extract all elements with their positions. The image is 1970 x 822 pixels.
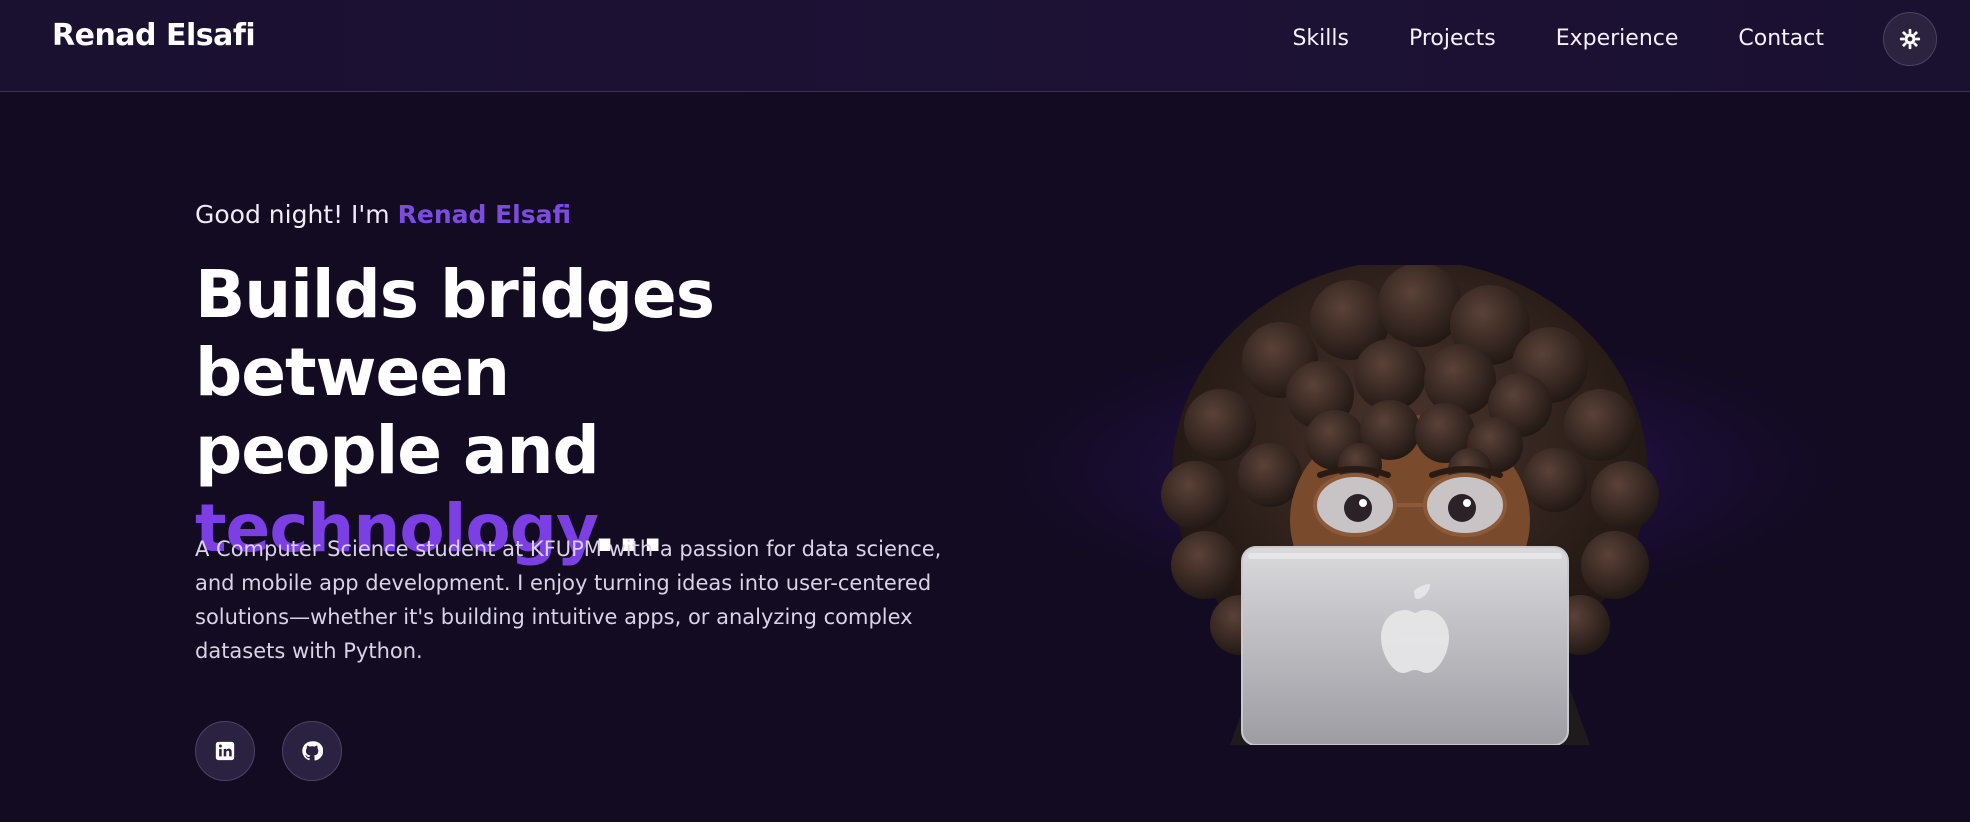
greeting: Good night! I'm Renad Elsafi: [195, 200, 571, 229]
hero-description: A Computer Science student at KFUPM with…: [195, 537, 942, 663]
headline-line2: people and: [195, 412, 600, 489]
nav-link-skills[interactable]: Skills: [1292, 26, 1349, 51]
linkedin-button[interactable]: [195, 721, 255, 781]
headline-line1: Builds bridges between: [195, 256, 715, 411]
sun-gear-icon: [1899, 28, 1921, 50]
nav-link-experience[interactable]: Experience: [1556, 26, 1679, 51]
social-links: [195, 721, 342, 781]
nav-link-projects[interactable]: Projects: [1409, 26, 1496, 51]
github-button[interactable]: [282, 721, 342, 781]
memoji-laptop-avatar: [1161, 265, 1659, 745]
page: Renad Elsafi Skills Projects Experience …: [0, 0, 1970, 822]
greeting-prefix: Good night! I'm: [195, 200, 398, 229]
nav-link-contact[interactable]: Contact: [1738, 26, 1824, 51]
github-icon: [302, 741, 323, 761]
hero-headline: Builds bridges between people and techno…: [195, 256, 1015, 568]
top-navbar: Renad Elsafi Skills Projects Experience …: [0, 0, 1970, 92]
nav-links: Skills Projects Experience Contact: [1292, 26, 1824, 51]
linkedin-icon: [215, 741, 235, 761]
greeting-name: Renad Elsafi: [397, 200, 572, 229]
brand-logo[interactable]: Renad Elsafi: [52, 18, 256, 53]
theme-toggle-button[interactable]: [1883, 12, 1937, 66]
